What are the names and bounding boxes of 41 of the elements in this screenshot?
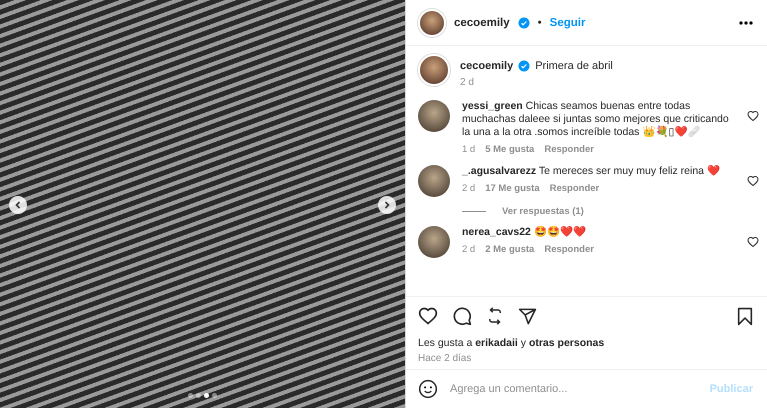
comment-time: 1 d [462,143,476,156]
avatar[interactable] [418,226,450,258]
emoji-icon[interactable] [418,379,438,399]
heart-icon[interactable] [747,110,759,122]
comment-icon[interactable] [452,306,472,326]
heart-icon[interactable] [747,236,759,248]
chevron-right-icon [383,201,391,209]
likes-summary: Les gusta a erikadaii y otras personas [418,337,606,349]
comment-time: 2 d [462,182,476,195]
repost-icon[interactable] [486,307,504,325]
post-date: Hace 2 días [418,353,472,364]
avatar[interactable] [418,165,450,197]
comment-text: _.agusalvarezz Te mereces ser muy muy feliz reina ❤ [462,165,721,178]
heart-icon[interactable] [747,175,759,187]
reply-link[interactable]: Responder [544,243,594,256]
username[interactable]: cecoemily [460,60,514,72]
username[interactable]: cecoemily [454,16,510,28]
likes-count[interactable]: 5 Me gusta [485,143,534,156]
post-time: 2 d [460,77,475,88]
reply-link[interactable]: Responder [544,143,594,156]
share-icon[interactable] [518,306,537,326]
follow-link[interactable]: Seguir [550,16,586,28]
likes-count[interactable]: 2 Me gusta [485,243,534,256]
chevron-left-icon [14,201,22,209]
bookmark-icon[interactable] [737,306,753,326]
more-options-icon[interactable] [739,20,753,24]
comment-text: nerea_cavs22 🤩🤩❤❤ [462,226,587,239]
next-button[interactable] [378,196,396,214]
reply-link[interactable]: Responder [550,182,600,195]
heart-icon[interactable] [418,306,438,326]
separator: • [538,16,542,28]
view-replies-link[interactable]: Ver respuestas (1) [502,206,584,217]
previous-button[interactable] [9,196,27,214]
caption-text: Primera de abril [535,60,613,72]
comment-time: 2 d [462,243,476,256]
avatar[interactable] [418,100,450,132]
avatar[interactable] [418,8,446,36]
comment-input[interactable]: Agrega un comentario... [448,382,700,396]
avatar[interactable] [418,54,450,86]
comment-text: yessi_green Chicas seamos buenas entre todas muchachas daleee si juntas somo mejores que criticando la una a la otra .somos increíble todas 👑💐▯❤🩹 [462,100,730,139]
likes-count[interactable]: 17 Me gusta [485,182,540,195]
